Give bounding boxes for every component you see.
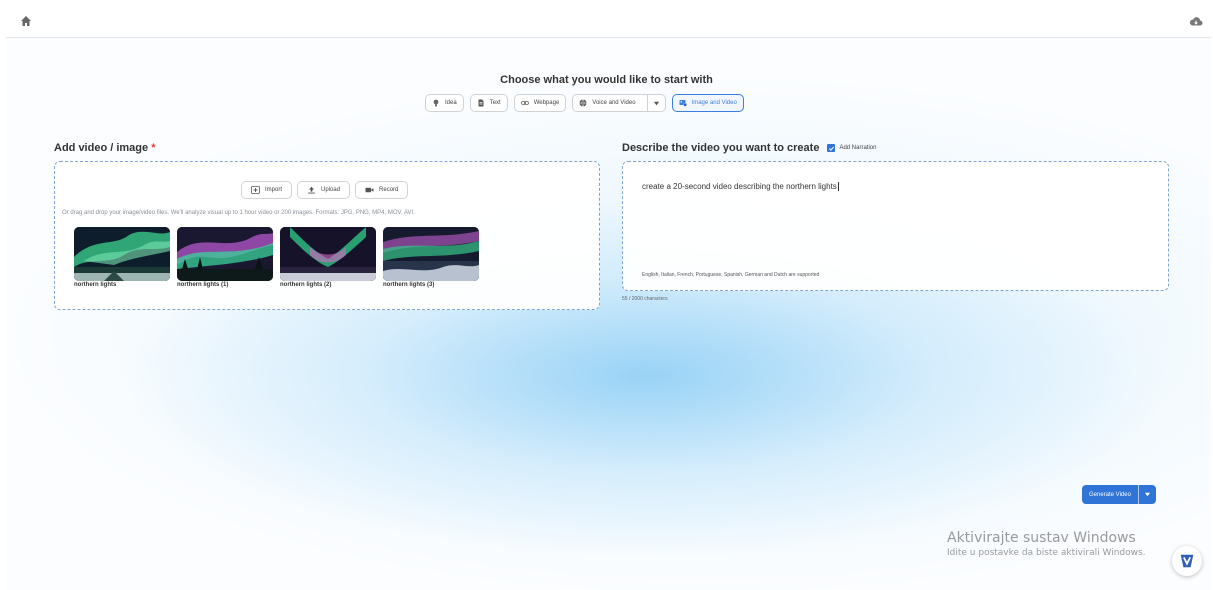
document-icon: [478, 99, 484, 107]
aurora-picture: [383, 227, 479, 281]
link-icon: [520, 101, 529, 105]
media-thumbnail-label: northern lights: [74, 282, 117, 288]
add-narration-label: Add Narration: [839, 145, 877, 151]
media-thumbnail-label: northern lights (3): [383, 282, 435, 288]
globe-icon: [579, 99, 587, 107]
media-thumbnail-label: northern lights (2): [280, 282, 332, 288]
caret-down-icon: [1144, 492, 1151, 497]
option-voice-video-main[interactable]: Voice and Video: [573, 95, 641, 111]
option-text[interactable]: Text: [469, 94, 508, 112]
video-camera-icon: [365, 187, 374, 193]
aurora-image: [383, 227, 479, 281]
describe-title: Describe the video you want to create Ad…: [622, 142, 876, 154]
generate-video-button[interactable]: Generate Video: [1082, 485, 1156, 504]
upload-icon: [308, 186, 315, 194]
media-thumbnail[interactable]: northern lights (1): [177, 227, 273, 288]
describe-title-text: Describe the video you want to create: [622, 142, 820, 154]
caret-down-icon: [653, 101, 659, 105]
option-text-label: Text: [489, 100, 501, 106]
add-media-title-text: Add video / image: [54, 142, 149, 154]
media-thumbnails: northern lights northern lights (1) nort…: [74, 227, 479, 288]
chat-logo-icon: [1180, 554, 1194, 568]
checkmark-icon: [828, 146, 835, 151]
option-webpage-label: Webpage: [533, 100, 560, 106]
aurora-picture: [177, 227, 273, 281]
upload-buttons: Import Upload Record: [241, 181, 409, 199]
option-webpage[interactable]: Webpage: [513, 94, 567, 112]
import-icon: [251, 186, 260, 194]
option-idea[interactable]: Idea: [425, 94, 464, 112]
media-thumbnail-label: northern lights (1): [177, 282, 229, 288]
upload-button[interactable]: Upload: [297, 181, 351, 199]
start-options-title: Choose what you would like to start with: [500, 74, 713, 86]
media-thumbnail[interactable]: northern lights (2): [280, 227, 376, 288]
aurora-image: [177, 227, 273, 281]
windows-activation-watermark: Aktivirajte sustav Windows Idite u posta…: [947, 530, 1146, 558]
record-button-label: Record: [379, 187, 399, 193]
aurora-picture: [74, 227, 170, 281]
media-thumbnail[interactable]: northern lights (3): [383, 227, 479, 288]
import-button[interactable]: Import: [241, 181, 293, 199]
character-count: 55 / 2000 characters: [622, 296, 668, 302]
add-narration-checkbox[interactable]: [827, 144, 836, 152]
option-voice-video-label: Voice and Video: [592, 100, 636, 106]
video-description-input[interactable]: create a 20-second video describing the …: [622, 161, 1169, 291]
image-video-icon: [679, 100, 687, 107]
aurora-image: [74, 227, 170, 281]
record-button[interactable]: Record: [355, 181, 409, 199]
option-image-video-label: Image and Video: [691, 100, 737, 106]
add-media-title: Add video / image *: [54, 142, 155, 154]
windows-activation-title: Aktivirajte sustav Windows: [947, 530, 1136, 546]
voice-video-dropdown-button[interactable]: [646, 95, 665, 111]
media-thumbnail[interactable]: northern lights: [74, 227, 170, 288]
home-icon[interactable]: [20, 15, 32, 27]
option-image-video[interactable]: Image and Video: [671, 94, 744, 112]
option-voice-video[interactable]: Voice and Video: [572, 94, 666, 112]
generate-video-main[interactable]: Generate Video: [1082, 485, 1138, 504]
drop-hint: Or drag and drop your image/video files.…: [62, 210, 415, 216]
aurora-picture: [280, 227, 376, 281]
cloud-icon[interactable]: [1189, 16, 1203, 26]
start-options: Idea Text Webpage Voice and Video Image …: [425, 94, 744, 112]
option-idea-label: Idea: [445, 100, 457, 106]
supported-languages-note: English, Italian, French, Portuguese, Sp…: [642, 272, 820, 278]
windows-activation-subtitle: Idite u postavke da biste aktivirali Win…: [947, 548, 1146, 558]
help-chat-button[interactable]: [1172, 546, 1202, 576]
upload-button-label: Upload: [321, 187, 341, 193]
required-mark: *: [151, 142, 156, 154]
top-bar: [6, 6, 1211, 38]
generate-video-dropdown[interactable]: [1137, 485, 1156, 504]
aurora-image: [280, 227, 376, 281]
import-button-label: Import: [265, 187, 283, 193]
description-text[interactable]: create a 20-second video describing the …: [642, 182, 839, 191]
lightbulb-icon: [433, 99, 439, 107]
media-drop-zone[interactable]: Import Upload Record Or drag and drop yo…: [54, 161, 600, 310]
add-narration-toggle[interactable]: Add Narration: [827, 144, 876, 152]
